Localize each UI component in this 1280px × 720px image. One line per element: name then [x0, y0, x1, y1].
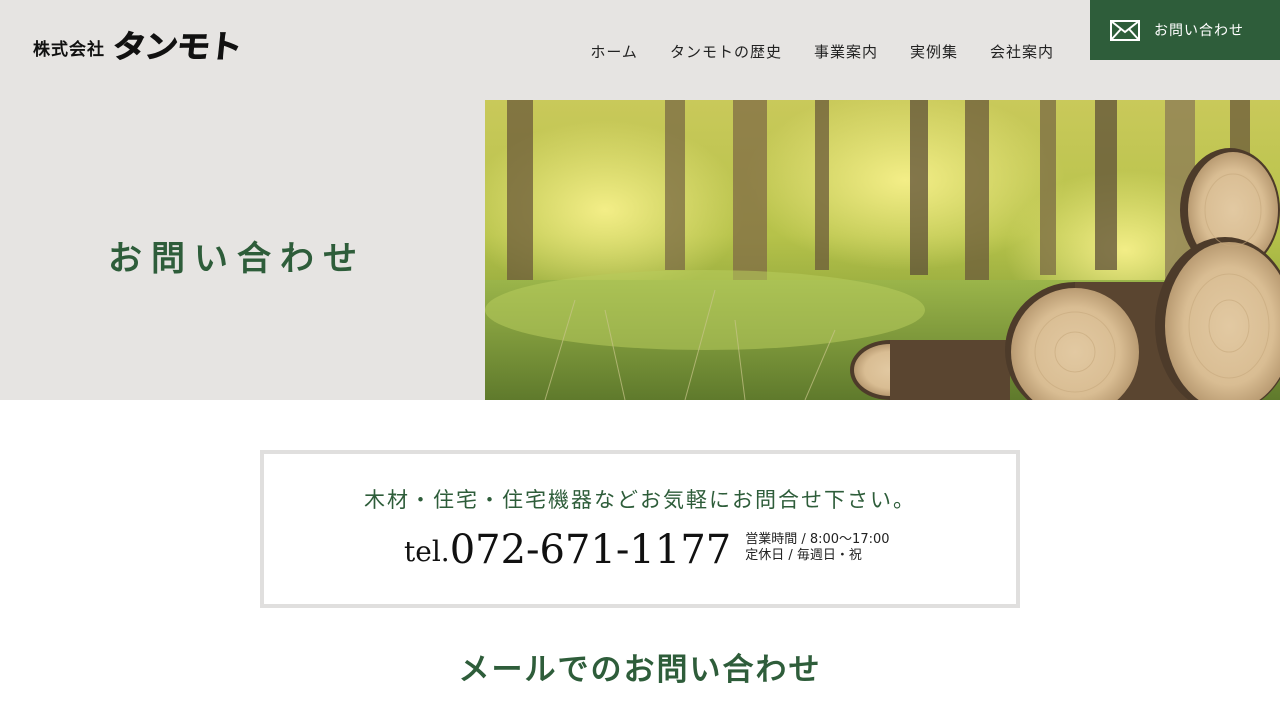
logo-prefix: 株式会社: [33, 40, 105, 60]
tel-prefix: tel.: [404, 535, 450, 568]
main-nav: ホーム タンモトの歴史 事業案内 実例集 会社案内: [590, 41, 1054, 62]
business-hours: 営業時間 / 8:00～17:00 定休日 / 毎週日・祝: [745, 532, 889, 570]
nav-item-history[interactable]: タンモトの歴史: [670, 41, 782, 62]
phone-row: tel. 072-671-1177 営業時間 / 8:00～17:00 定休日 …: [404, 530, 890, 570]
contact-button-label: お問い合わせ: [1154, 23, 1244, 39]
contact-button[interactable]: お問い合わせ: [1090, 0, 1280, 60]
company-logo[interactable]: 株式会社 タンモト: [33, 27, 244, 66]
contact-lead-text: 木材・住宅・住宅機器などお気軽にお問合せ下さい。: [364, 488, 916, 512]
nav-item-company[interactable]: 会社案内: [990, 41, 1054, 62]
phone-contact-box: 木材・住宅・住宅機器などお気軽にお問合せ下さい。 tel. 072-671-11…: [260, 450, 1020, 608]
page-hero: お問い合わせ: [0, 100, 1280, 400]
phone-number[interactable]: 072-671-1177: [450, 530, 732, 570]
nav-item-examples[interactable]: 実例集: [910, 41, 958, 62]
mail-icon: [1110, 19, 1140, 41]
mail-contact-heading: メールでのお問い合わせ: [458, 652, 822, 688]
nav-item-home[interactable]: ホーム: [590, 41, 638, 62]
site-header: 株式会社 タンモト ホーム タンモトの歴史 事業案内 実例集 会社案内 お問い合…: [0, 0, 1280, 100]
forest-log-photo: [485, 100, 1280, 400]
closed-days: 定休日 / 毎週日・祝: [745, 548, 862, 563]
page-title: お問い合わせ: [108, 239, 366, 279]
nav-item-business[interactable]: 事業案内: [814, 41, 878, 62]
hero-image: [485, 100, 1280, 400]
logo-name: タンモト: [110, 27, 243, 66]
opening-hours: 営業時間 / 8:00～17:00: [745, 532, 890, 547]
